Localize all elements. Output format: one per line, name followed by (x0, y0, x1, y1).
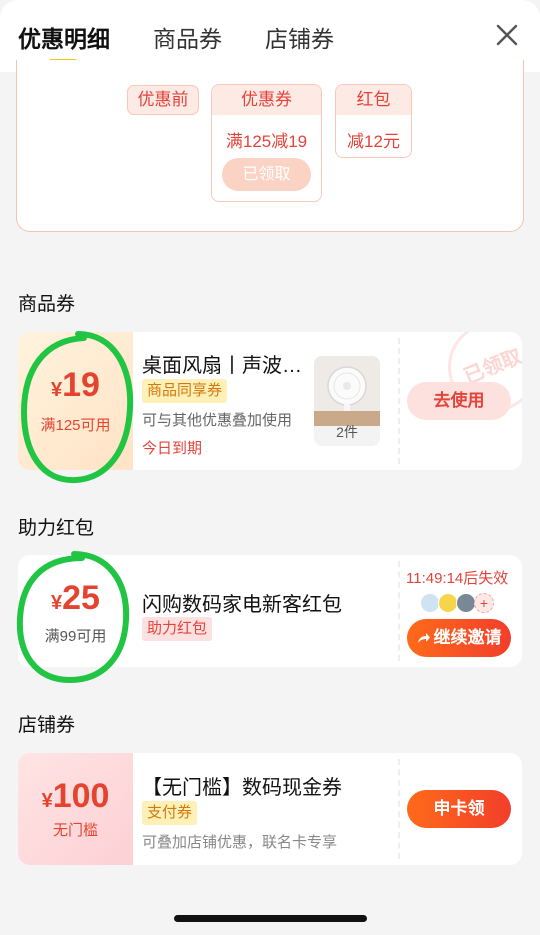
discount-summary-card: 优惠前 优惠券 满125减19 已领取 红包 减12元 (16, 60, 524, 232)
currency-symbol: ¥ (41, 790, 53, 812)
coupon-expiry: 今日到期 (142, 440, 203, 457)
redpacket-chip: 红包 减12元 (335, 84, 412, 158)
redpacket-countdown: 11:49:14后失效 (406, 570, 509, 587)
coupon-chip-label: 优惠券 (212, 85, 321, 115)
redpacket-condition: 满99可用 (44, 628, 107, 645)
shop-coupon-card: ¥100 无门槛 【无门槛】数码现金券 支付券 可叠加店铺优惠，联名卡专享 申卡… (18, 753, 522, 865)
shop-coupon-description: 可叠加店铺优惠，联名卡专享 (142, 834, 338, 851)
coupon-divider (398, 338, 400, 464)
redpacket-divider (398, 561, 400, 661)
shop-coupon-section-title: 店铺券 (18, 715, 76, 736)
redpacket-amount-value: 25 (62, 579, 100, 617)
coupon-chip-value: 满125减19 (225, 132, 308, 151)
coupon-title: 桌面风扇丨声波… (142, 355, 302, 377)
coupon-amount-value: 19 (62, 366, 100, 404)
redpacket-chip-label: 红包 (336, 85, 411, 115)
product-coupon-section-title: 商品券 (18, 294, 76, 315)
shop-coupon-amount-value: 100 (52, 777, 110, 815)
currency-symbol: ¥ (51, 379, 63, 401)
add-friend-icon[interactable]: + (474, 593, 494, 613)
shop-coupon-amount: ¥100 (18, 777, 133, 816)
shop-coupon-title: 【无门槛】数码现金券 (142, 777, 342, 799)
use-coupon-button[interactable]: 去使用 (407, 382, 511, 420)
redpacket-chip-value: 减12元 (347, 132, 400, 151)
item-count: 2件 (336, 424, 358, 440)
shop-coupon-divider (398, 759, 400, 859)
tab-discount-details[interactable]: 优惠明细 (18, 20, 110, 54)
continue-invite-label: 继续邀请 (433, 628, 502, 647)
avatar (438, 593, 458, 613)
redpacket-amount: ¥25 (18, 579, 133, 618)
shop-coupon-tag: 支付券 (142, 801, 198, 825)
share-arrow-icon (417, 633, 430, 643)
product-thumbnail[interactable]: 2件 (314, 356, 380, 446)
redpacket-tag: 助力红包 (142, 617, 213, 641)
coupon-tag: 商品同享券 (142, 379, 228, 403)
avatar (456, 593, 476, 613)
coupon-amount: ¥19 (18, 366, 133, 405)
shop-coupon-condition: 无门槛 (52, 822, 98, 839)
tab-shop-coupons[interactable]: 店铺券 (265, 20, 334, 54)
before-discount-chip: 优惠前 (127, 85, 199, 115)
avatar (420, 593, 440, 613)
continue-invite-button[interactable]: 继续邀请 (407, 619, 511, 657)
coupon-condition: 满125可用 (40, 417, 111, 434)
redpacket-card: ¥25 满99可用 闪购数码家电新客红包 助力红包 11:49:14后失效 + … (18, 555, 522, 667)
desk-fan-image (314, 356, 380, 426)
claimed-button[interactable]: 已领取 (222, 158, 311, 191)
redpacket-title: 闪购数码家电新客红包 (142, 594, 342, 616)
product-coupon-card: ¥19 满125可用 桌面风扇丨声波… 商品同享券 可与其他优惠叠加使用 今日到… (18, 332, 522, 470)
currency-symbol: ¥ (51, 592, 63, 614)
coupon-chip: 优惠券 满125减19 已领取 (211, 84, 322, 202)
tab-product-coupons[interactable]: 商品券 (153, 20, 222, 54)
coupon-description: 可与其他优惠叠加使用 (142, 412, 293, 429)
redpacket-section-title: 助力红包 (18, 518, 95, 539)
home-indicator (174, 915, 367, 922)
apply-card-button[interactable]: 申卡领 (407, 790, 511, 828)
close-icon[interactable] (494, 22, 520, 48)
